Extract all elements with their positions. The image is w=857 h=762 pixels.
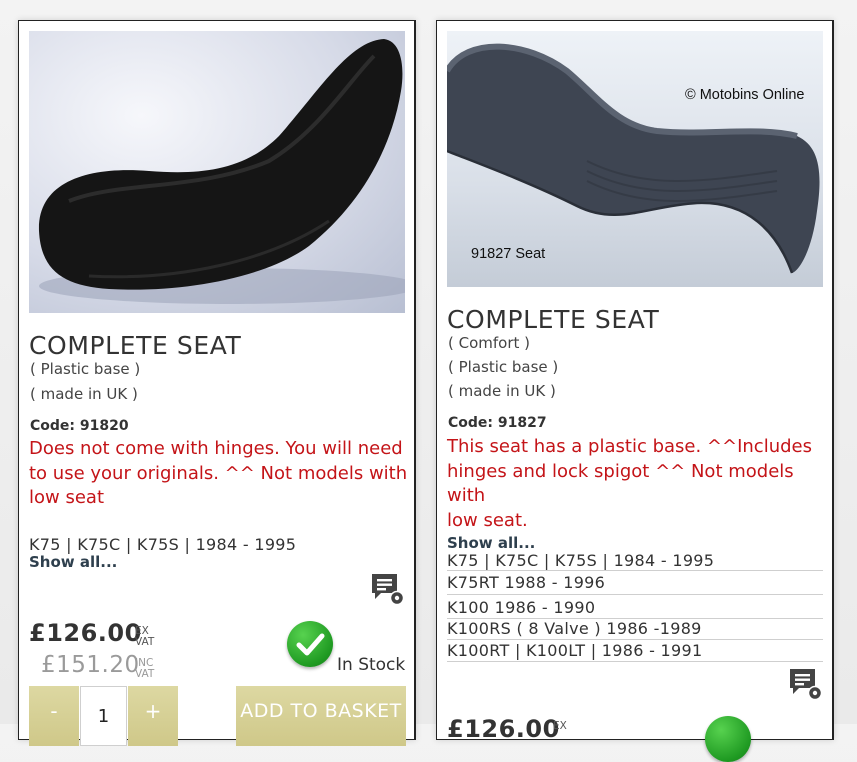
- product-note: This seat has a plastic base. ^^Includes…: [447, 435, 832, 533]
- product-image[interactable]: [29, 31, 405, 313]
- product-code: Code: 91820: [30, 418, 129, 434]
- quantity-increase-button[interactable]: +: [128, 686, 178, 746]
- divider: [447, 594, 823, 595]
- product-card: © Motobins Online 91827 Seat COMPLETE SE…: [436, 20, 834, 762]
- product-descriptor: ( made in UK ): [448, 382, 556, 400]
- product-descriptor: ( made in UK ): [30, 385, 138, 403]
- price-ex-vat: £126.00: [29, 619, 142, 647]
- divider: [447, 639, 823, 640]
- in-stock-check-icon: [705, 716, 751, 762]
- model-fitment: K100 1986 - 1990: [447, 598, 596, 617]
- model-fitment: K75 | K75C | K75S | 1984 - 1995: [29, 535, 297, 554]
- model-fitment: K75RT 1988 - 1996: [447, 573, 606, 592]
- inc-vat-label: INC VAT: [135, 657, 155, 680]
- product-note: Does not come with hinges. You will need…: [29, 437, 407, 511]
- price-inc-vat: £151.20: [41, 652, 140, 678]
- show-all-link[interactable]: Show all...: [447, 534, 535, 552]
- model-fitment: K100RT | K100LT | 1986 - 1991: [447, 641, 703, 660]
- model-fitment: K100RS ( 8 Valve ) 1986 -1989: [447, 619, 702, 638]
- product-card: COMPLETE SEAT ( Plastic base ) ( made in…: [18, 20, 416, 746]
- divider: [447, 570, 823, 571]
- model-fitment: K75 | K75C | K75S | 1984 - 1995: [447, 551, 715, 570]
- product-descriptor: ( Plastic base ): [448, 358, 559, 376]
- note-line: hinges and lock spigot ^^ Not models wit…: [447, 460, 794, 507]
- enquiry-icon[interactable]: [787, 666, 823, 706]
- seat-photo: [38, 39, 405, 304]
- product-title[interactable]: COMPLETE SEAT: [29, 331, 241, 360]
- note-line: low seat: [29, 487, 104, 508]
- product-descriptor: ( Comfort ): [448, 334, 531, 352]
- photo-watermark: © Motobins Online: [685, 87, 805, 103]
- add-to-basket-button[interactable]: ADD TO BASKET: [236, 686, 406, 746]
- photo-caption: 91827 Seat: [471, 246, 546, 262]
- product-title[interactable]: COMPLETE SEAT: [447, 305, 659, 334]
- show-all-link[interactable]: Show all...: [29, 553, 117, 571]
- quantity-decrease-button[interactable]: -: [29, 686, 79, 746]
- enquiry-icon[interactable]: [369, 571, 405, 611]
- ex-vat-label: EX VAT: [135, 625, 155, 648]
- ex-vat-label: EX: [553, 720, 567, 732]
- note-line: Does not come with hinges. You will need: [29, 438, 403, 459]
- in-stock-check-icon: [287, 621, 333, 667]
- divider: [447, 661, 823, 662]
- note-line: This seat has a plastic base. ^^Includes: [447, 436, 812, 457]
- product-descriptor: ( Plastic base ): [30, 360, 141, 378]
- quantity-input[interactable]: [80, 686, 127, 746]
- product-code: Code: 91827: [448, 415, 547, 431]
- stock-status: In Stock: [337, 655, 406, 675]
- price-ex-vat: £126.00: [447, 715, 560, 743]
- note-line: low seat.: [447, 509, 528, 531]
- product-image[interactable]: © Motobins Online 91827 Seat: [447, 31, 823, 287]
- note-line: to use your originals. ^^ Not models wit…: [29, 462, 408, 484]
